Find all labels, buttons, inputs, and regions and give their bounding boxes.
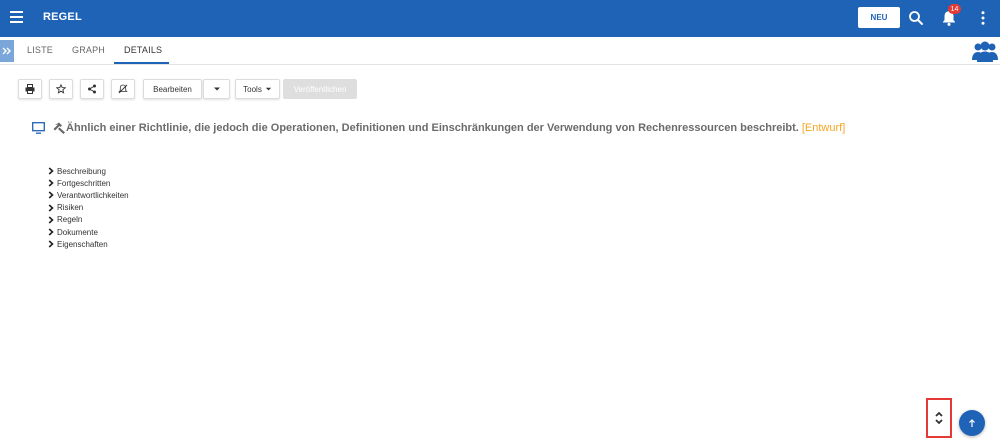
section-label: Beschreibung bbox=[57, 166, 106, 176]
hammer-icon bbox=[53, 122, 65, 134]
chevron-right-icon bbox=[48, 167, 54, 175]
section-label: Eigenschaften bbox=[57, 239, 108, 249]
chevron-up-down-icon bbox=[935, 411, 943, 425]
star-icon bbox=[56, 84, 66, 94]
expand-collapse-toggle[interactable] bbox=[926, 398, 952, 438]
print-icon bbox=[25, 84, 35, 94]
chevron-right-icon bbox=[48, 204, 54, 212]
section-label: Risiken bbox=[57, 203, 84, 213]
edit-dropdown-button[interactable] bbox=[203, 79, 230, 99]
active-tab-indicator bbox=[114, 62, 169, 64]
monitor-icon bbox=[32, 122, 45, 134]
scroll-to-top-button[interactable] bbox=[959, 410, 985, 436]
caret-down-icon bbox=[213, 87, 220, 91]
new-button[interactable]: NEU bbox=[858, 7, 900, 28]
section-label: Verantwortlichkeiten bbox=[57, 190, 129, 200]
section-regeln[interactable]: Regeln bbox=[47, 214, 129, 226]
section-verantwortlichkeiten[interactable]: Verantwortlichkeiten bbox=[47, 189, 129, 201]
edit-button[interactable]: Bearbeiten bbox=[143, 79, 202, 99]
share-icon bbox=[88, 84, 96, 94]
chevron-right-icon bbox=[48, 228, 54, 236]
record-heading: Ähnlich einer Richtlinie, die jedoch die… bbox=[32, 121, 992, 137]
more-vertical-icon[interactable] bbox=[974, 9, 992, 27]
section-dokumente[interactable]: Dokumente bbox=[47, 226, 129, 238]
section-list: Beschreibung Fortgeschritten Verantwortl… bbox=[47, 165, 129, 250]
bell-off-icon bbox=[118, 84, 128, 94]
section-label: Dokumente bbox=[57, 227, 98, 237]
unsubscribe-button[interactable] bbox=[111, 79, 135, 99]
section-label: Fortgeschritten bbox=[57, 178, 111, 188]
record-title: Ähnlich einer Richtlinie, die jedoch die… bbox=[66, 122, 845, 134]
tools-button[interactable]: Tools bbox=[235, 79, 280, 99]
caret-down-icon bbox=[265, 87, 271, 91]
section-beschreibung[interactable]: Beschreibung bbox=[47, 165, 129, 177]
tab-liste[interactable]: LISTE bbox=[27, 45, 53, 55]
section-fortgeschritten[interactable]: Fortgeschritten bbox=[47, 177, 129, 189]
chevron-right-icon bbox=[48, 216, 54, 224]
search-icon[interactable] bbox=[907, 9, 925, 27]
tools-label: Tools bbox=[243, 84, 262, 94]
share-button[interactable] bbox=[80, 79, 104, 99]
favorite-button[interactable] bbox=[49, 79, 73, 99]
sidebar-expand-icon[interactable] bbox=[0, 40, 14, 62]
app-header: REGEL NEU 14 bbox=[0, 0, 1000, 37]
notification-badge: 14 bbox=[948, 4, 961, 14]
menu-icon[interactable] bbox=[10, 11, 23, 23]
chevron-right-icon bbox=[48, 240, 54, 248]
print-button[interactable] bbox=[18, 79, 42, 99]
chevron-right-icon bbox=[48, 191, 54, 200]
section-eigenschaften[interactable]: Eigenschaften bbox=[47, 238, 129, 250]
tab-details[interactable]: DETAILS bbox=[124, 45, 162, 55]
users-icon[interactable] bbox=[972, 40, 998, 62]
tab-bar: LISTE GRAPH DETAILS bbox=[0, 37, 1000, 65]
record-title-text: Ähnlich einer Richtlinie, die jedoch die… bbox=[66, 122, 799, 134]
arrow-up-icon bbox=[969, 418, 975, 427]
chevron-right-icon bbox=[48, 179, 54, 187]
status-badge: [Entwurf] bbox=[801, 122, 846, 134]
app-title: REGEL bbox=[43, 11, 82, 23]
tab-graph[interactable]: GRAPH bbox=[72, 45, 105, 55]
section-label: Regeln bbox=[57, 215, 83, 225]
section-risiken[interactable]: Risiken bbox=[47, 202, 129, 214]
publish-button[interactable]: Veröffentlichen bbox=[283, 79, 357, 99]
